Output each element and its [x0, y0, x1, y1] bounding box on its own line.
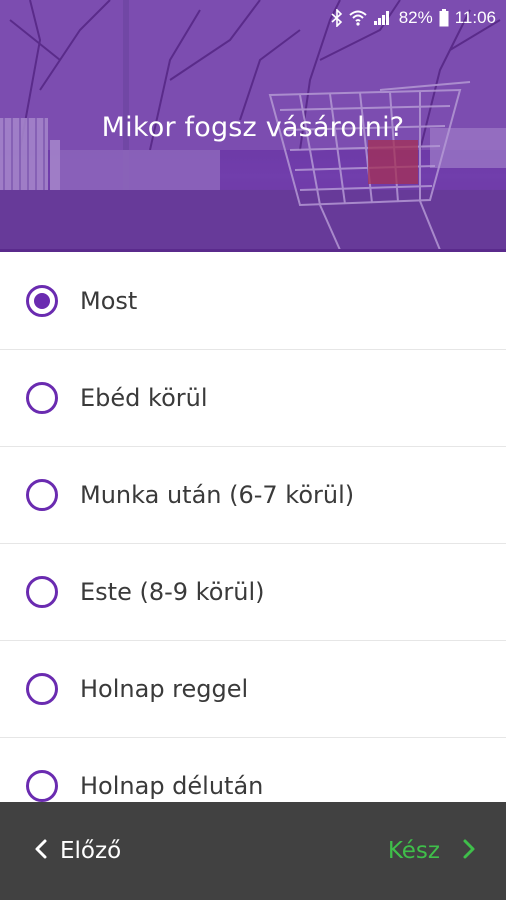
done-button[interactable]: Kész — [388, 838, 476, 864]
option-label: Este (8-9 körül) — [80, 578, 265, 606]
done-label: Kész — [387, 838, 440, 864]
option-munka-utan[interactable]: Munka után (6-7 körül) — [0, 447, 506, 544]
radio-selected-dot — [34, 293, 50, 309]
radio-button[interactable] — [26, 382, 58, 414]
wifi-icon — [349, 10, 367, 26]
option-label: Ebéd körül — [80, 384, 208, 412]
radio-button[interactable] — [26, 285, 58, 317]
option-most[interactable]: Most — [0, 253, 506, 350]
page-title: Mikor fogsz vásárolni? — [101, 112, 405, 143]
signal-icon — [373, 10, 391, 26]
radio-button[interactable] — [26, 673, 58, 705]
battery-percent: 82% — [398, 8, 433, 27]
option-label: Holnap délután — [80, 772, 264, 800]
option-label: Most — [80, 287, 138, 315]
bluetooth-icon — [331, 9, 343, 27]
radio-button[interactable] — [26, 576, 58, 608]
clock: 11:06 — [454, 8, 496, 27]
radio-button[interactable] — [26, 770, 58, 802]
option-este[interactable]: Este (8-9 körül) — [0, 544, 506, 641]
screen: Mikor fogsz vásárolni? 82% 11:06 Most Eb… — [0, 0, 506, 900]
radio-button[interactable] — [26, 479, 58, 511]
bottom-navigation-bar: Előző Kész — [0, 802, 506, 900]
option-ebed-korul[interactable]: Ebéd körül — [0, 350, 506, 447]
chevron-right-icon — [462, 838, 476, 864]
option-label: Holnap reggel — [80, 675, 249, 703]
option-holnap-reggel[interactable]: Holnap reggel — [0, 641, 506, 738]
previous-label: Előző — [60, 838, 122, 864]
status-bar: 82% 11:06 — [0, 0, 506, 36]
time-options-list: Most Ebéd körül Munka után (6-7 körül) E… — [0, 253, 506, 835]
header-image: Mikor fogsz vásárolni? — [0, 0, 506, 252]
option-label: Munka után (6-7 körül) — [80, 481, 355, 509]
header-divider — [0, 249, 506, 252]
chevron-left-icon — [34, 838, 48, 864]
battery-icon — [439, 9, 449, 27]
previous-button[interactable]: Előző — [34, 838, 121, 864]
